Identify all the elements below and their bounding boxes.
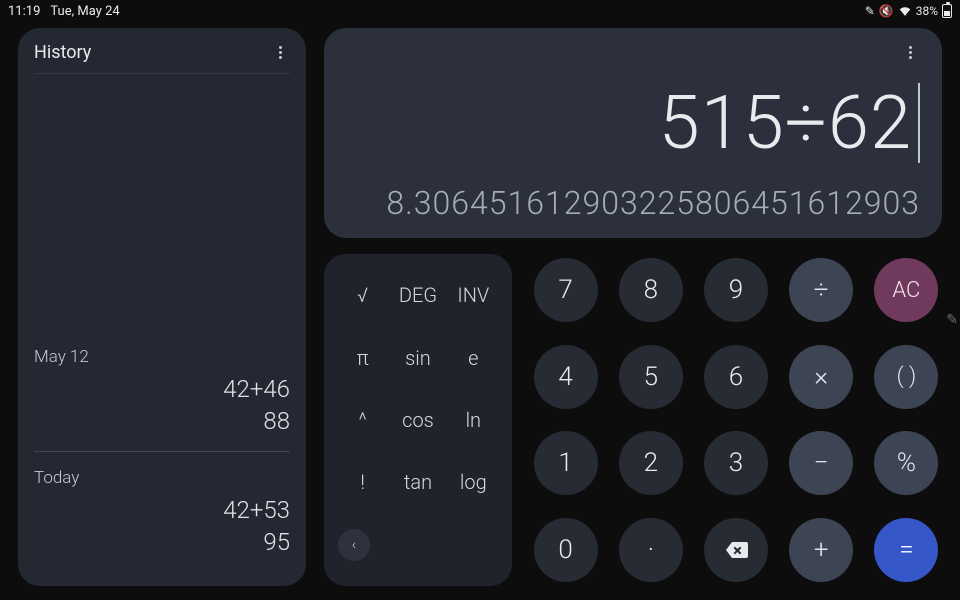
digit-3-button[interactable]: 3 — [704, 431, 768, 495]
digit-4-button[interactable]: 4 — [534, 345, 598, 409]
percent-button[interactable]: % — [874, 431, 938, 495]
history-expression[interactable]: 42+53 — [34, 496, 290, 524]
all-clear-button[interactable]: AC — [874, 258, 938, 322]
battery-pct: 38% — [916, 4, 938, 18]
fact-button[interactable]: ! — [338, 453, 387, 511]
backspace-button[interactable] — [704, 518, 768, 582]
sqrt-button[interactable]: √ — [338, 266, 387, 324]
divide-button[interactable]: ÷ — [789, 258, 853, 322]
status-bar: 11:19 Tue, May 24 ✎ 🔇 38% — [0, 0, 960, 22]
scientific-panel: √ DEG INV π sin e ^ cos ln ! tan log ‹ — [324, 254, 512, 586]
status-right: ✎ 🔇 38% — [865, 4, 952, 19]
calculator-display: 515÷62 8.306451612903225806451612903 — [324, 28, 942, 238]
history-date-label: Today — [34, 468, 290, 492]
history-separator — [34, 451, 290, 452]
equals-button[interactable]: = — [874, 518, 938, 582]
mute-icon: 🔇 — [879, 4, 894, 18]
cos-button[interactable]: cos — [393, 391, 442, 449]
digit-0-button[interactable]: 0 — [534, 518, 598, 582]
minus-button[interactable]: − — [789, 431, 853, 495]
digit-9-button[interactable]: 9 — [704, 258, 768, 322]
history-title: History — [34, 42, 91, 63]
plus-button[interactable]: + — [789, 518, 853, 582]
display-expression[interactable]: 515÷62 — [659, 80, 912, 167]
text-cursor — [918, 83, 920, 163]
tan-button[interactable]: tan — [393, 453, 442, 511]
pow-button[interactable]: ^ — [338, 391, 387, 449]
digit-6-button[interactable]: 6 — [704, 345, 768, 409]
display-result: 8.306451612903225806451612903 — [386, 184, 920, 222]
digit-8-button[interactable]: 8 — [619, 258, 683, 322]
collapse-sci-button[interactable]: ‹ — [338, 529, 370, 561]
pi-button[interactable]: π — [338, 328, 387, 386]
battery-icon — [942, 4, 952, 18]
digit-5-button[interactable]: 5 — [619, 345, 683, 409]
history-result[interactable]: 88 — [34, 407, 290, 435]
wifi-icon — [898, 4, 912, 19]
digit-1-button[interactable]: 1 — [534, 431, 598, 495]
decimal-button[interactable]: · — [619, 518, 683, 582]
digit-2-button[interactable]: 2 — [619, 431, 683, 495]
paren-button[interactable]: ( ) — [874, 345, 938, 409]
history-date-label: May 12 — [34, 347, 290, 371]
display-menu-button[interactable] — [900, 42, 920, 62]
inv-button[interactable]: INV — [449, 266, 498, 324]
deg-button[interactable]: DEG — [393, 266, 442, 324]
log-button[interactable]: log — [449, 453, 498, 511]
history-list[interactable]: May 12 42+46 88 Today 42+53 95 — [34, 74, 290, 572]
ln-button[interactable]: ln — [449, 391, 498, 449]
history-result[interactable]: 95 — [34, 528, 290, 556]
status-time: 11:19 — [8, 4, 40, 19]
history-panel: History May 12 42+46 88 Today 42+53 95 — [18, 28, 306, 586]
history-expression[interactable]: 42+46 — [34, 375, 290, 403]
edit-pen-icon[interactable]: ✎ — [946, 312, 958, 328]
sin-button[interactable]: sin — [393, 328, 442, 386]
history-menu-button[interactable] — [270, 43, 290, 63]
pen-status-icon: ✎ — [865, 4, 875, 18]
number-pad: 7 8 9 ÷ AC 4 5 6 × ( ) 1 2 3 − % 0 · — [530, 254, 942, 586]
digit-7-button[interactable]: 7 — [534, 258, 598, 322]
e-button[interactable]: e — [449, 328, 498, 386]
status-date: Tue, May 24 — [50, 4, 119, 19]
multiply-button[interactable]: × — [789, 345, 853, 409]
